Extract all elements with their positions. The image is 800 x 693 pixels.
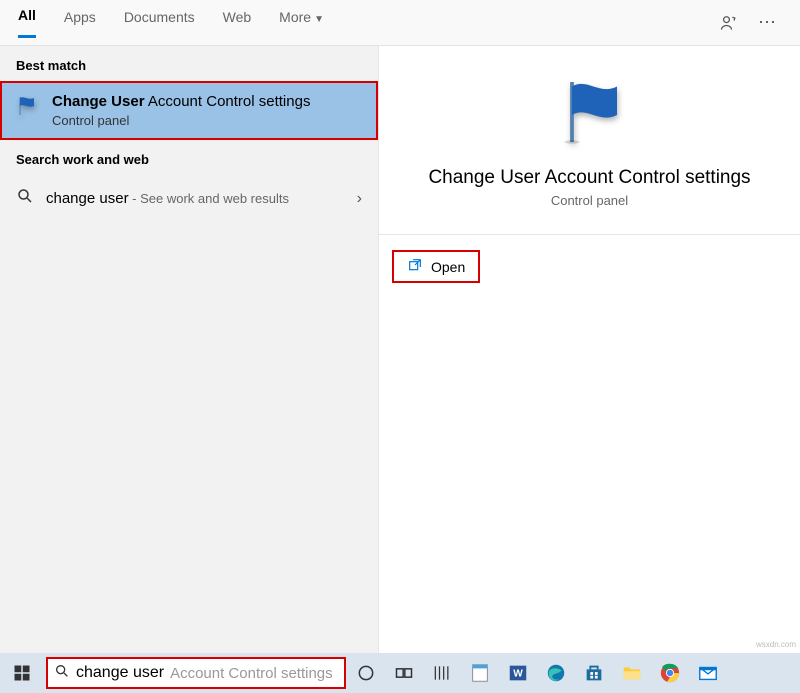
tab-apps[interactable]: Apps (64, 9, 96, 37)
search-suggestion: Account Control settings (170, 665, 333, 682)
open-icon (407, 257, 423, 276)
open-button[interactable]: Open (393, 251, 479, 282)
taskbar: change user Account Control settings W (0, 653, 800, 693)
uac-flag-icon (554, 76, 626, 153)
search-icon (16, 187, 34, 210)
result-subtitle: Control panel (52, 113, 310, 128)
best-match-result[interactable]: Change User Account Control settings Con… (0, 81, 378, 140)
chevron-down-icon: ▼ (314, 14, 324, 25)
result-title-bold: Change User (52, 93, 145, 110)
more-options-icon[interactable]: ⋯ (752, 8, 782, 38)
preview-subtitle: Control panel (551, 193, 628, 208)
results-list: Best match Change User Account Control s… (0, 46, 378, 653)
tab-web[interactable]: Web (223, 9, 252, 37)
svg-text:W: W (513, 669, 523, 680)
start-button[interactable] (0, 653, 44, 693)
cortana-icon[interactable] (348, 653, 384, 693)
search-web-label: Search work and web (0, 140, 378, 175)
web-hint: - See work and web results (129, 191, 289, 206)
watermark: wsxdn.com (756, 640, 796, 649)
user-icon[interactable] (714, 8, 744, 38)
preview-title: Change User Account Control settings (408, 167, 770, 189)
tab-more[interactable]: More▼ (279, 9, 324, 37)
chevron-right-icon: › (357, 190, 362, 208)
taskbar-search[interactable]: change user Account Control settings (46, 657, 346, 689)
search-typed-text: change user (76, 664, 164, 682)
mail-icon[interactable] (690, 653, 726, 693)
preview-pane: Change User Account Control settings Con… (378, 46, 800, 653)
file-explorer-icon[interactable] (614, 653, 650, 693)
web-search-result[interactable]: change user - See work and web results › (0, 175, 378, 222)
result-title-rest: Account Control settings (145, 93, 311, 110)
best-match-label: Best match (0, 46, 378, 81)
edge-icon[interactable] (538, 653, 574, 693)
open-label: Open (431, 259, 465, 275)
search-filter-tabs: All Apps Documents Web More▼ ⋯ (0, 0, 800, 46)
chrome-icon[interactable] (652, 653, 688, 693)
store-icon[interactable] (576, 653, 612, 693)
divider (379, 234, 800, 235)
task-view-icon[interactable] (386, 653, 422, 693)
search-icon (54, 663, 70, 684)
tab-all[interactable]: All (18, 7, 36, 38)
uac-flag-icon (14, 93, 40, 119)
web-query: change user (46, 190, 129, 207)
notepad-icon[interactable] (462, 653, 498, 693)
collection-icon[interactable] (424, 653, 460, 693)
tab-documents[interactable]: Documents (124, 9, 195, 37)
word-icon[interactable]: W (500, 653, 536, 693)
